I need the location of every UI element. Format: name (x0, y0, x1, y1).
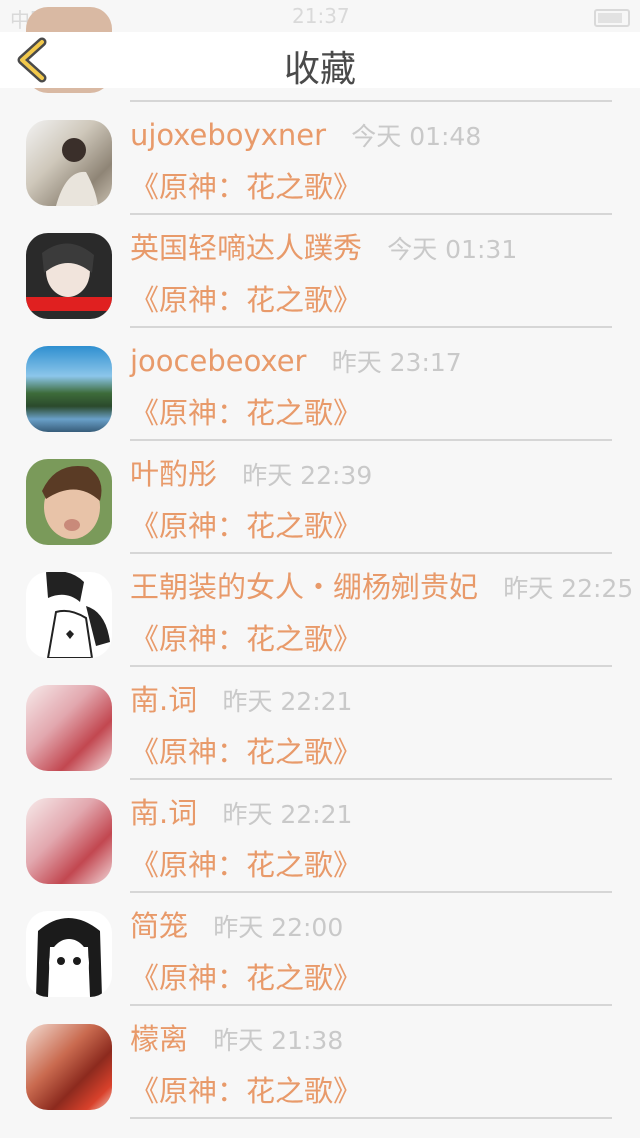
user-name: 檬离 (130, 1022, 189, 1056)
list-item[interactable]: 檬离 昨天 21:38 《原神：花之歌》 (0, 1005, 640, 1119)
list-item[interactable]: joocebeoxer 昨天 23:17 《原神：花之歌》 (0, 327, 640, 441)
favorites-list: 《原神：花之歌》 ujoxeboyxner 今天 01:48 《原神：花之歌》 (0, 0, 640, 1138)
book-title: 《原神：花之歌》 (130, 283, 363, 317)
divider (130, 1117, 612, 1119)
timestamp: 昨天 22:39 (242, 461, 373, 490)
book-title: 《原神：花之歌》 (130, 961, 363, 995)
book-title: 《原神：花之歌》 (130, 1074, 363, 1108)
book-title: 《原神：花之歌》 (130, 848, 363, 882)
timestamp: 昨天 22:25 (503, 574, 634, 603)
book-title: 《原神：花之歌》 (130, 170, 363, 204)
avatar (26, 572, 112, 658)
avatar (26, 459, 112, 545)
avatar (26, 1024, 112, 1110)
avatar (26, 120, 112, 206)
user-name: 王朝装的女人・绷杨剜贵妃 (130, 570, 479, 604)
user-name: 南.词 (130, 796, 198, 830)
timestamp: 昨天 23:17 (331, 348, 462, 377)
timestamp: 昨天 22:00 (213, 913, 344, 942)
list-item[interactable]: 南.词 昨天 22:21 《原神：花之歌》 (0, 666, 640, 780)
book-title: 《原神：花之歌》 (130, 509, 363, 543)
avatar (26, 798, 112, 884)
list-item[interactable]: 叶酌彤 昨天 22:39 《原神：花之歌》 (0, 440, 640, 554)
list-item[interactable]: 王朝装的女人・绷杨剜贵妃 昨天 22:25 《原神：花之歌》 (0, 553, 640, 667)
list-item[interactable]: ujoxeboyxner 今天 01:48 《原神：花之歌》 (0, 101, 640, 215)
book-title: 《原神：花之歌》 (130, 396, 363, 430)
navigation-bar: 收藏 (0, 32, 640, 90)
book-title: 《原神：花之歌》 (130, 622, 363, 656)
user-name: joocebeoxer (130, 344, 307, 378)
timestamp: 昨天 21:38 (213, 1026, 344, 1055)
list-item[interactable]: 南.词 昨天 22:21 《原神：花之歌》 (0, 779, 640, 893)
timestamp: 今天 01:31 (387, 235, 518, 264)
user-name: 简笼 (130, 909, 189, 943)
avatar (26, 911, 112, 997)
timestamp: 昨天 22:21 (222, 800, 353, 829)
avatar (26, 346, 112, 432)
timestamp: 昨天 22:21 (222, 687, 353, 716)
user-name: 叶酌彤 (130, 457, 218, 491)
avatar (26, 233, 112, 319)
list-item[interactable]: 英国轻嘀达人蹼秀 今天 01:31 《原神：花之歌》 (0, 214, 640, 328)
list-item[interactable]: 简笼 昨天 22:00 《原神：花之歌》 (0, 892, 640, 1006)
page-title: 收藏 (283, 49, 356, 90)
user-name: ujoxeboyxner (130, 118, 327, 152)
avatar (26, 685, 112, 771)
user-name: 南.词 (130, 683, 198, 717)
timestamp: 今天 01:48 (351, 122, 482, 151)
user-name: 英国轻嘀达人蹼秀 (130, 231, 363, 265)
book-title: 《原神：花之歌》 (130, 735, 363, 769)
